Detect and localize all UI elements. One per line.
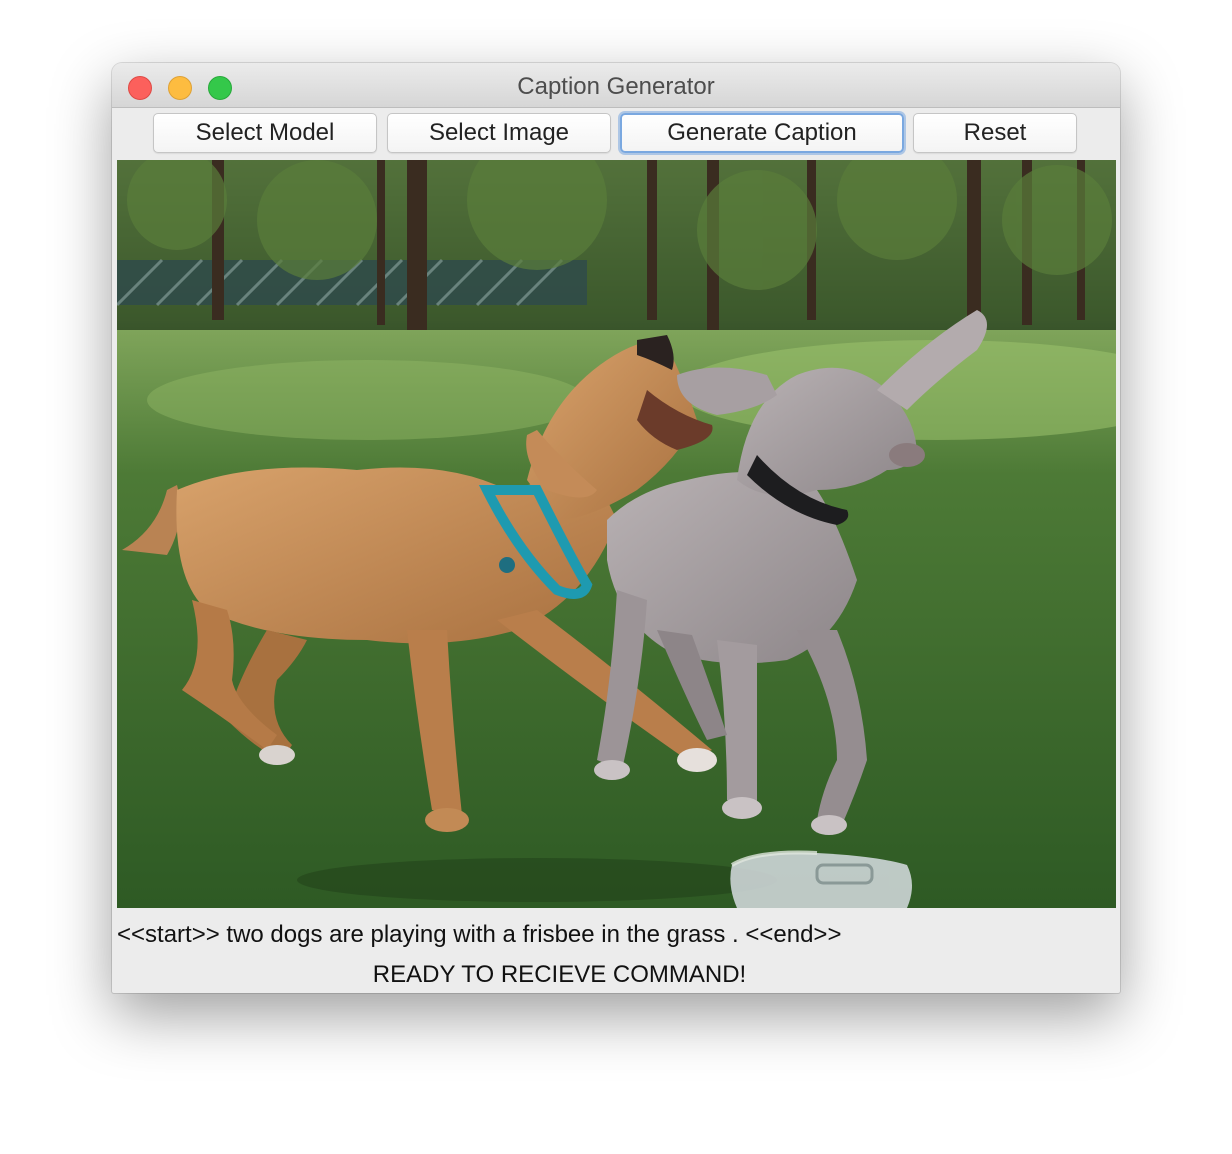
toolbar: Select Model Select Image Generate Capti… bbox=[112, 108, 1120, 160]
title-bar[interactable]: Caption Generator bbox=[112, 63, 1120, 108]
window-title: Caption Generator bbox=[517, 73, 715, 100]
select-model-button[interactable]: Select Model bbox=[153, 113, 377, 153]
select-image-button[interactable]: Select Image bbox=[387, 113, 611, 153]
app-window: Caption Generator Select Model Select Im… bbox=[112, 63, 1120, 993]
reset-button[interactable]: Reset bbox=[913, 113, 1077, 153]
status-message: READY TO RECIEVE COMMAND! bbox=[372, 961, 747, 988]
image-preview bbox=[117, 160, 1116, 908]
generate-caption-button[interactable]: Generate Caption bbox=[620, 113, 904, 153]
generated-caption-text: <<start>> two dogs are playing with a fr… bbox=[117, 921, 842, 948]
dogs-photo-image bbox=[117, 160, 1116, 908]
